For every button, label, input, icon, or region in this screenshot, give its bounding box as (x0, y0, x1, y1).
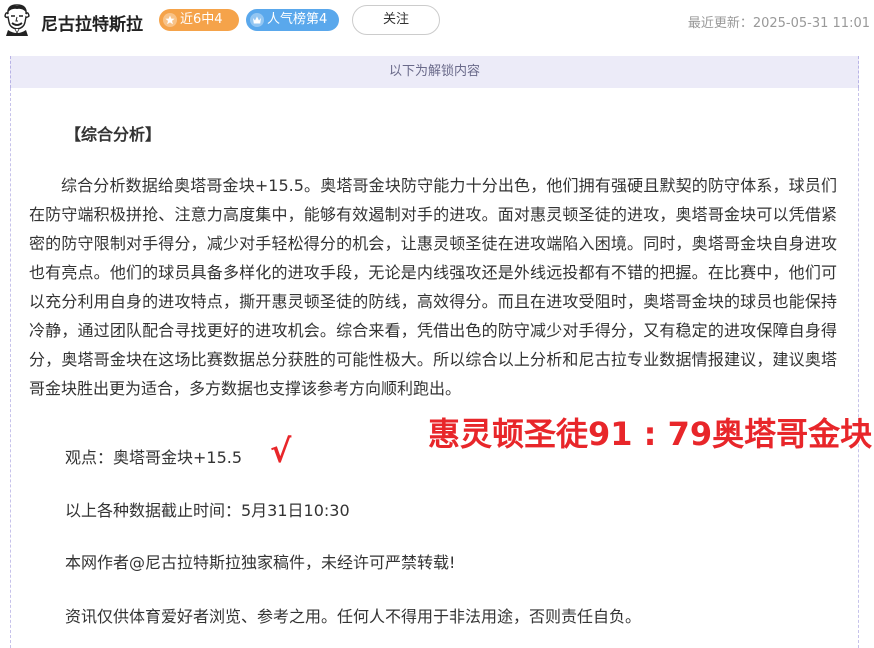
last-updated-time: 2025-05-31 11:01 (752, 16, 870, 31)
unlock-notice: 以下为解锁内容 (10, 56, 859, 88)
crown-icon (250, 13, 264, 27)
analysis-paragraph: 综合分析数据给奥塔哥金块+15.5。奥塔哥金块防守能力十分出色，他们拥有强硬且默… (29, 176, 837, 398)
disclaimer-text: 资讯仅供体育爱好者浏览、参考之用。任何人不得用于非法用途，否则责任自负。 (65, 607, 642, 626)
rank-badge: 人气榜第4 (246, 9, 339, 31)
data-cutoff-time: 以上各种数据截止时间：5月31日10:30 (65, 501, 350, 520)
follow-button[interactable]: 关注 (352, 5, 440, 35)
copyright-notice: 本网作者@尼古拉特斯拉独家稿件，未经许可严禁转载! (65, 553, 456, 572)
author-avatar[interactable] (2, 2, 32, 36)
star-icon (163, 13, 177, 27)
author-name[interactable]: 尼古拉特斯拉 (41, 10, 143, 35)
last-updated: 最近更新：2025-05-31 11:01 (688, 12, 870, 31)
streak-badge-label: 近6中4 (180, 12, 223, 27)
rank-badge-label: 人气榜第4 (267, 12, 328, 27)
viewpoint-text: 观点：奥塔哥金块+15.5 (65, 448, 243, 467)
author-header: 尼古拉特斯拉 近6中4 人气榜第4 关注 最近更新：2025-05-31 11:… (0, 0, 874, 44)
section-title: 【综合分析】 (65, 125, 162, 144)
match-result-score: 惠灵顿圣徒91 : 79奥塔哥金块 (428, 415, 873, 453)
last-updated-label: 最近更新： (687, 16, 753, 31)
streak-badge: 近6中4 (159, 9, 239, 31)
check-mark-icon: √ (270, 432, 292, 470)
cartoon-portrait-avatar-icon (4, 4, 30, 36)
